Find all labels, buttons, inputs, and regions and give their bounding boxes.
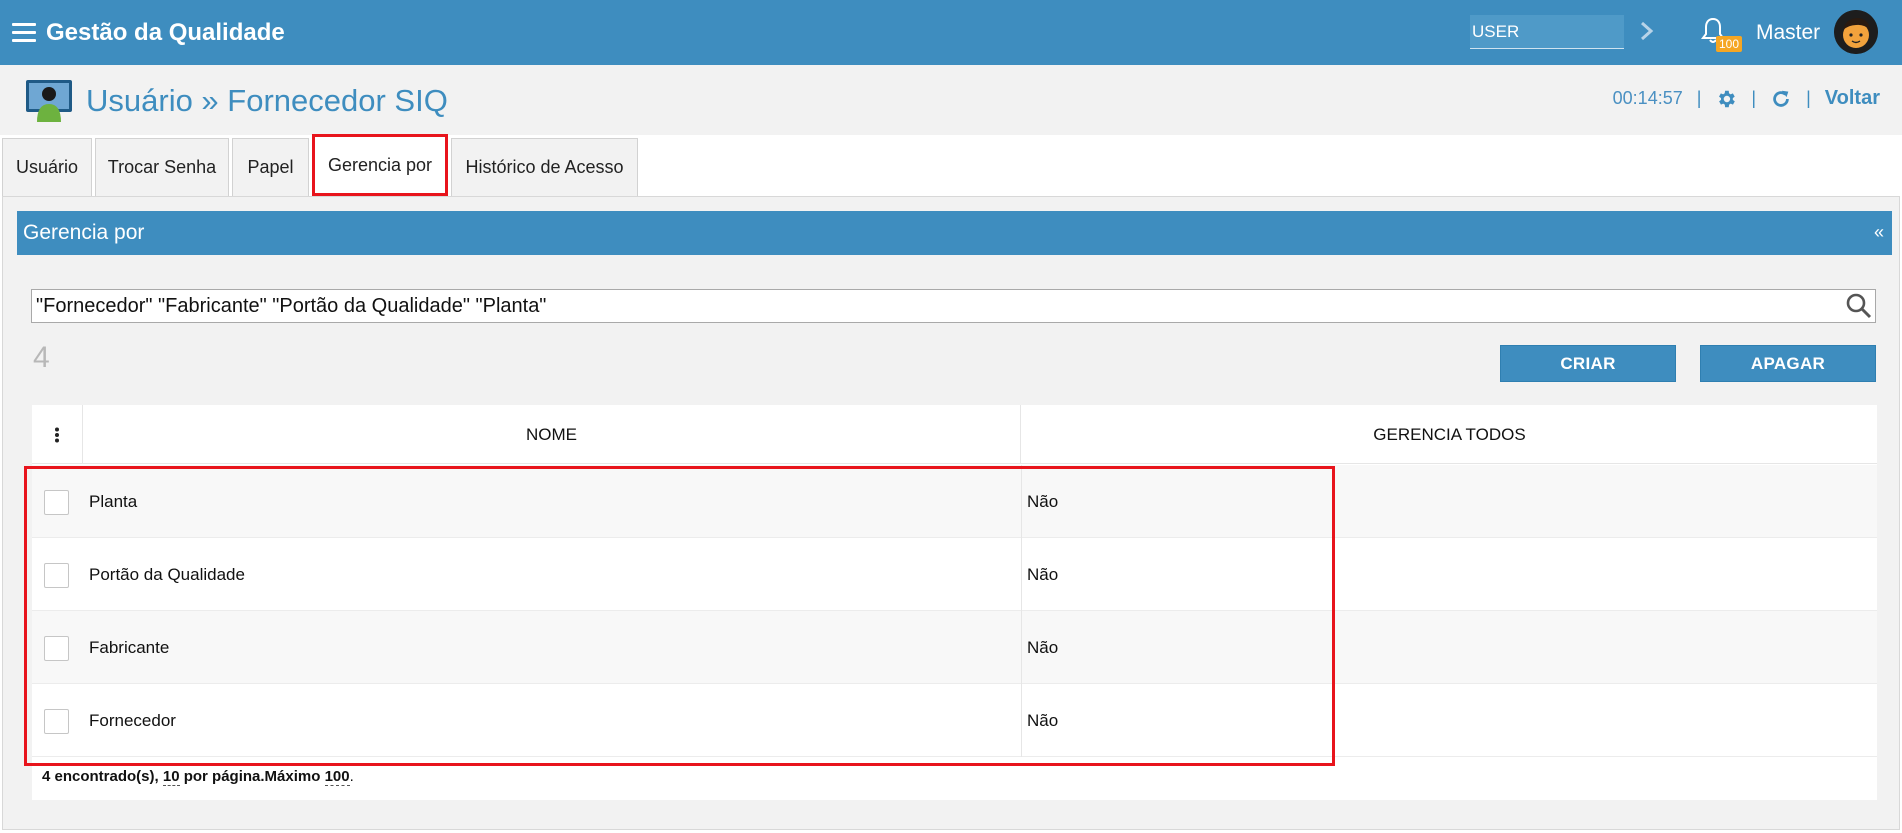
row-checkbox[interactable]: [44, 709, 69, 734]
row-nome: Planta: [89, 491, 138, 511]
tab-usuario[interactable]: Usuário: [2, 138, 92, 196]
table-row[interactable]: Portão da Qualidade Não: [32, 538, 1877, 611]
app-title: Gestão da Qualidade: [46, 19, 285, 46]
row-nome: Portão da Qualidade: [89, 564, 245, 584]
row-checkbox[interactable]: [44, 636, 69, 661]
table-header: NOME GERENCIA TODOS: [32, 405, 1877, 464]
row-gerencia-todos: Não: [1027, 491, 1059, 511]
pagination-info: 4 encontrado(s), 10 por página.Máximo 10…: [42, 768, 354, 786]
results-table: NOME GERENCIA TODOS Planta Não Portão da…: [32, 405, 1877, 800]
user-avatar-icon: [1834, 10, 1878, 54]
tab-historico-de-acesso[interactable]: Histórico de Acesso: [451, 138, 638, 196]
hamburger-menu-icon[interactable]: [12, 23, 36, 42]
user-search-input[interactable]: [1470, 15, 1624, 49]
separator: |: [1806, 88, 1811, 108]
session-timer: 00:14:57: [1612, 88, 1683, 108]
row-gerencia-todos: Não: [1027, 710, 1059, 730]
top-bar: Gestão da Qualidade 100 Master: [0, 0, 1902, 65]
row-nome: Fornecedor: [89, 710, 176, 730]
back-link[interactable]: Voltar: [1825, 87, 1880, 110]
search-icon[interactable]: [1845, 292, 1873, 320]
page-header: Usuário » Fornecedor SIQ 00:14:57 | | | …: [0, 65, 1902, 135]
panel-title: Gerencia por: [23, 221, 145, 244]
refresh-icon[interactable]: [1770, 88, 1792, 110]
avatar[interactable]: [1834, 10, 1878, 54]
table-row[interactable]: Fabricante Não: [32, 611, 1877, 684]
result-count: 4: [33, 341, 50, 374]
monitor-user-icon: [26, 80, 72, 122]
tab-papel[interactable]: Papel: [232, 138, 309, 196]
footer-end: .: [349, 768, 354, 785]
column-menu-icon[interactable]: [32, 405, 83, 464]
per-page-selector[interactable]: 10: [162, 768, 180, 786]
row-checkbox[interactable]: [44, 563, 69, 588]
found-count-text: 4 encontrado(s),: [42, 768, 163, 785]
header-tools: 00:14:57 | | | Voltar: [1613, 87, 1880, 110]
tab-bar: Usuário Trocar Senha Papel Gerencia por …: [2, 134, 641, 196]
gear-icon[interactable]: [1715, 88, 1737, 110]
page-title: Usuário » Fornecedor SIQ: [86, 83, 448, 118]
table-row[interactable]: Planta Não: [32, 465, 1877, 538]
per-page-text: por página.Máximo: [179, 768, 325, 785]
separator: |: [1751, 88, 1757, 108]
table-row[interactable]: Fornecedor Não: [32, 684, 1877, 757]
chevron-right-icon[interactable]: [1637, 18, 1657, 44]
create-button[interactable]: CRIAR: [1500, 345, 1676, 382]
filter-search-input[interactable]: [31, 289, 1876, 323]
collapse-icon[interactable]: «: [1874, 222, 1884, 243]
row-checkbox[interactable]: [44, 490, 69, 515]
column-header-gerencia-todos[interactable]: GERENCIA TODOS: [1022, 405, 1877, 464]
column-header-nome[interactable]: NOME: [83, 405, 1021, 464]
user-name[interactable]: Master: [1756, 21, 1820, 45]
delete-button[interactable]: APAGAR: [1700, 345, 1876, 382]
max-selector[interactable]: 100: [324, 768, 350, 786]
row-nome: Fabricante: [89, 637, 170, 657]
row-gerencia-todos: Não: [1027, 637, 1059, 657]
row-gerencia-todos: Não: [1027, 564, 1059, 584]
tab-gerencia-por[interactable]: Gerencia por: [312, 134, 448, 196]
notification-badge: 100: [1716, 36, 1743, 52]
main-panel: Gerencia por « 4 CRIAR APAGAR NOME GEREN…: [2, 196, 1900, 830]
separator: |: [1696, 88, 1702, 108]
panel-header: Gerencia por «: [17, 211, 1892, 255]
tab-trocar-senha[interactable]: Trocar Senha: [95, 138, 229, 196]
